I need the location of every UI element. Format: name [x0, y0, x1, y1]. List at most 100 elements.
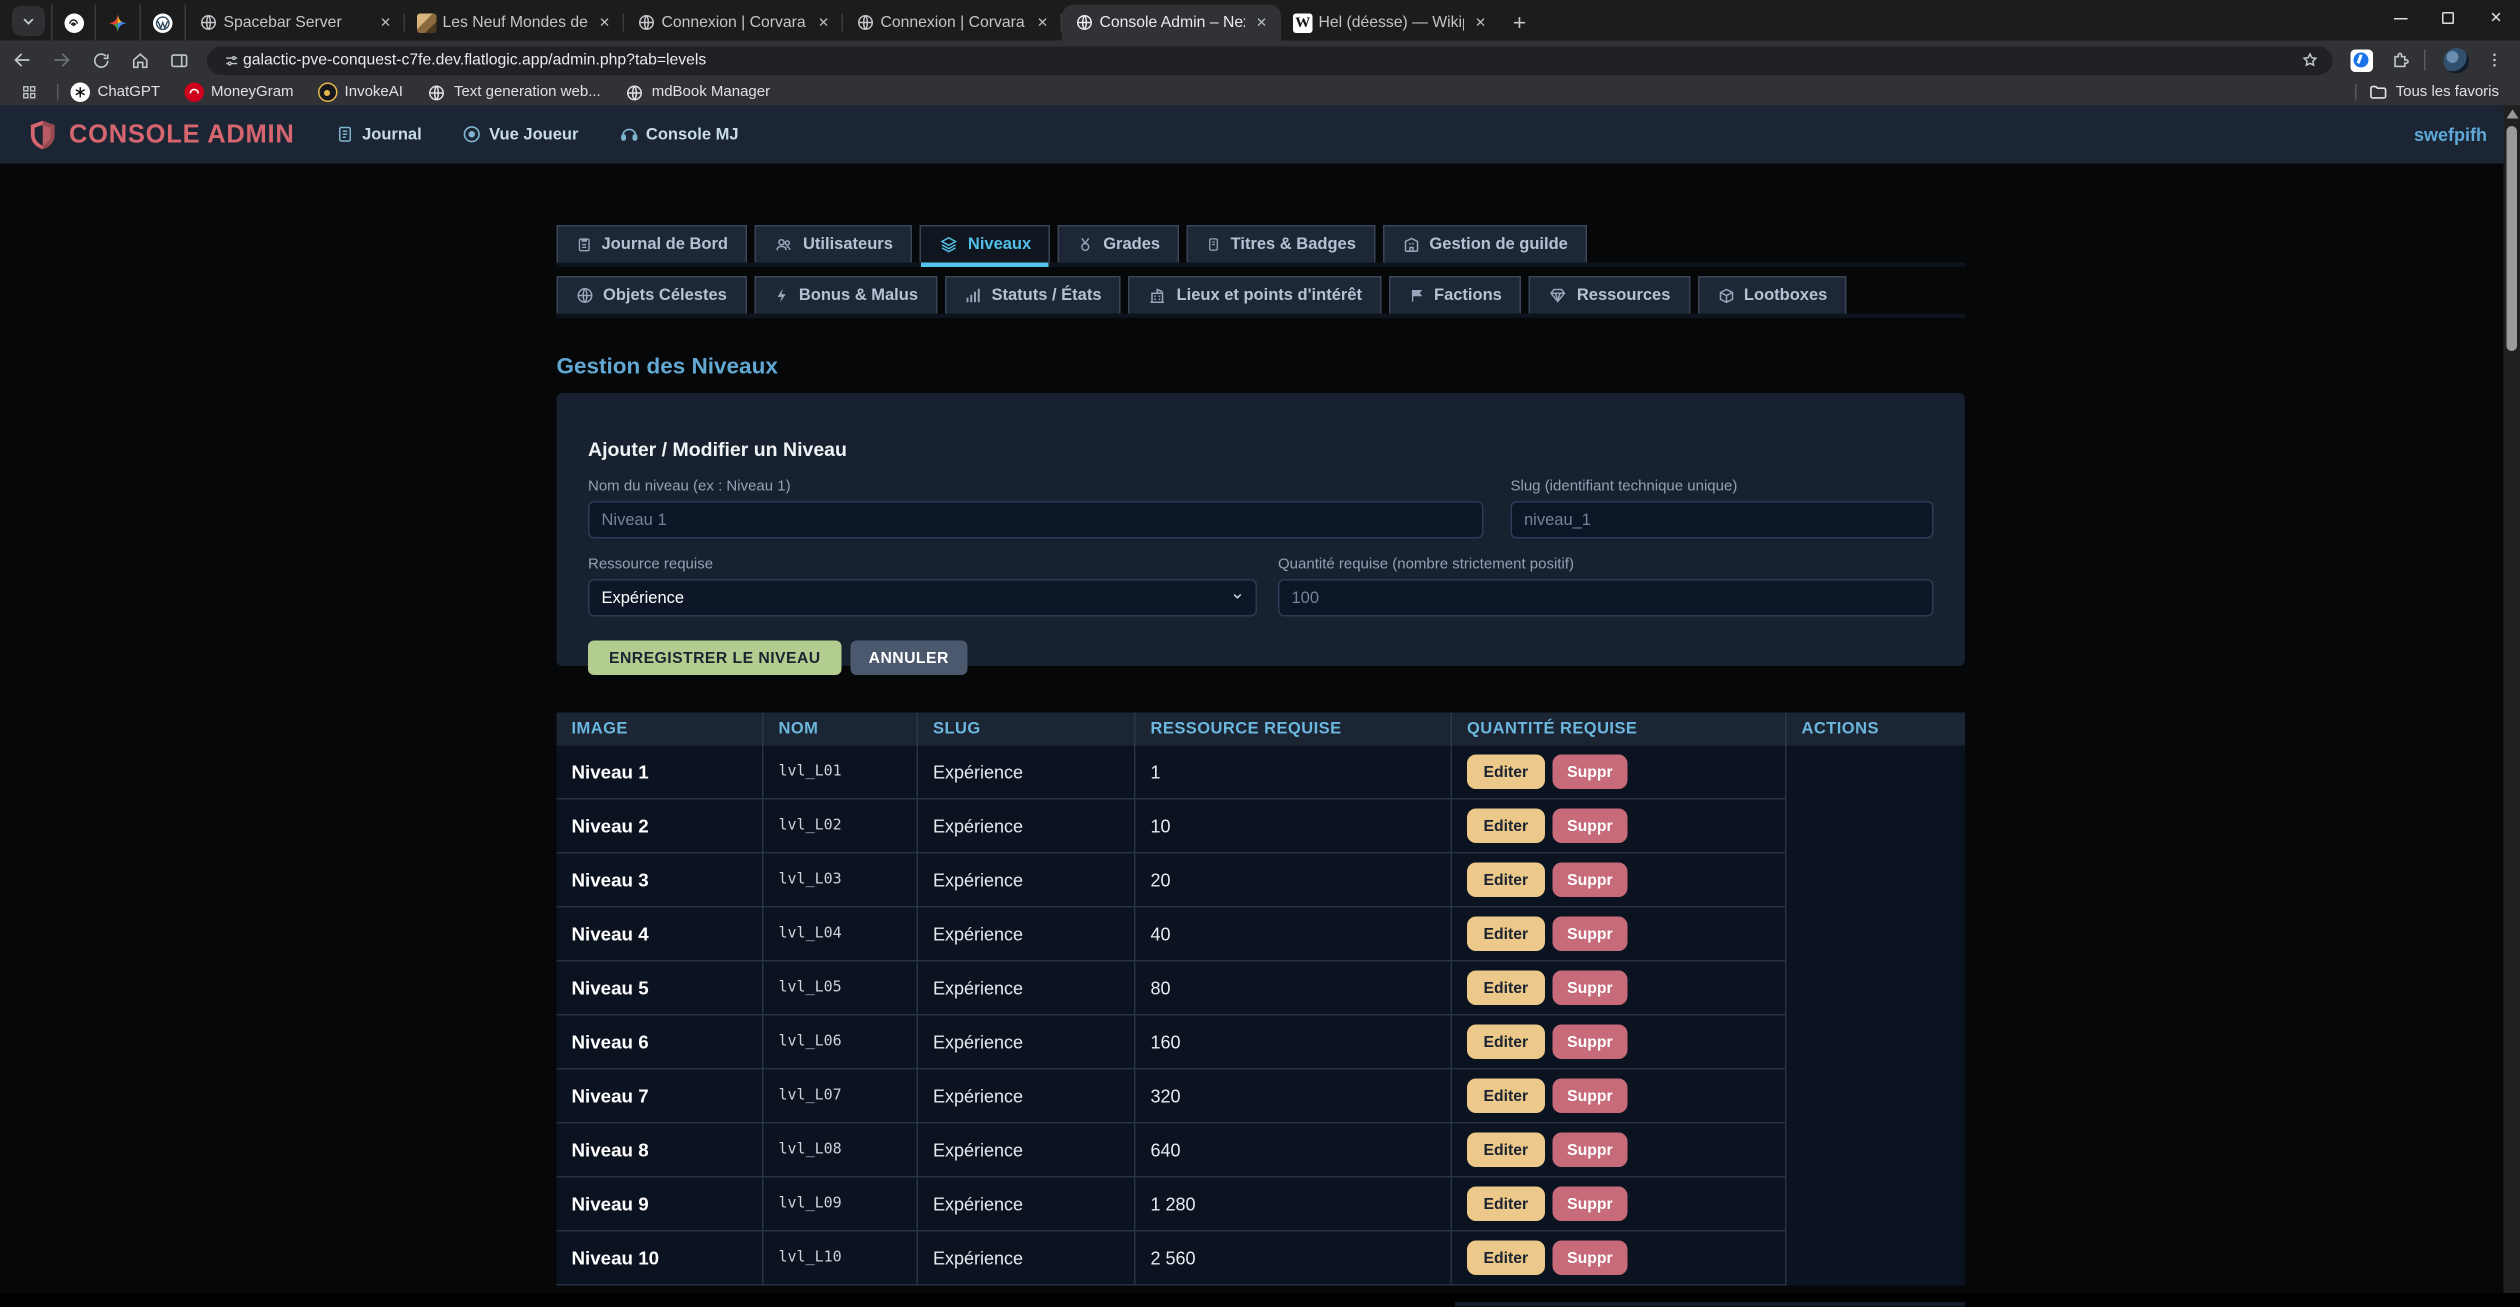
edit-button[interactable]: Editer	[1467, 971, 1545, 1006]
delete-button[interactable]: Suppr	[1552, 1133, 1628, 1168]
edit-button[interactable]: Editer	[1467, 863, 1545, 898]
quantity-input[interactable]	[1278, 579, 1934, 617]
bookmark-item[interactable]: Text generation web...	[427, 83, 601, 103]
header-nav-label: Journal	[362, 125, 422, 143]
delete-button[interactable]: Suppr	[1552, 809, 1628, 844]
tab-factions[interactable]: Factions	[1389, 276, 1521, 314]
pinned-tab[interactable]	[96, 5, 141, 41]
resource-select[interactable]: Expérience	[588, 579, 1257, 617]
headset-icon	[619, 125, 639, 145]
level-name-input[interactable]	[588, 501, 1484, 539]
url-text[interactable]: galactic-pve-conquest-c7fe.dev.flatlogic…	[243, 51, 2297, 69]
chart-icon	[965, 287, 983, 305]
tab-close-icon[interactable]: ✕	[375, 12, 396, 33]
pinned-tab[interactable]	[51, 5, 96, 41]
page-scrollbar[interactable]	[2504, 105, 2520, 1293]
delete-button[interactable]: Suppr	[1552, 971, 1628, 1006]
bookmark-item[interactable]: ChatGPT	[71, 83, 161, 103]
address-bar[interactable]: galactic-pve-conquest-c7fe.dev.flatlogic…	[207, 46, 2333, 75]
edit-button[interactable]: Editer	[1467, 1079, 1545, 1114]
delete-button[interactable]: Suppr	[1552, 1025, 1628, 1060]
edit-button[interactable]: Editer	[1467, 1187, 1545, 1222]
browser-tab[interactable]: Connexion | Corvara✕	[843, 5, 1062, 41]
forward-icon[interactable]	[45, 44, 78, 77]
edit-button[interactable]: Editer	[1467, 755, 1545, 790]
bookmark-item[interactable]: MoneyGram	[184, 83, 294, 103]
tab-close-icon[interactable]: ✕	[813, 12, 834, 33]
extension-badge-icon[interactable]	[2345, 44, 2378, 77]
tab-bonus-malus[interactable]: Bonus & Malus	[754, 276, 938, 314]
delete-button[interactable]: Suppr	[1552, 755, 1628, 790]
browser-tab[interactable]: Connexion | Corvara✕	[624, 5, 843, 41]
browser-tab[interactable]: WHel (déesse) — Wikipédia✕	[1281, 5, 1500, 41]
minimize-button[interactable]	[2376, 0, 2424, 36]
tab-close-icon[interactable]: ✕	[1032, 12, 1053, 33]
tab-close-icon[interactable]: ✕	[1251, 12, 1272, 33]
tab-objets-célestes[interactable]: Objets Célestes	[557, 276, 747, 314]
site-settings-icon[interactable]	[219, 44, 243, 77]
browser-menu-icon[interactable]	[2478, 44, 2511, 77]
cancel-button[interactable]: ANNULER	[851, 641, 967, 676]
close-button[interactable]: ✕	[2472, 0, 2520, 36]
tab-niveaux[interactable]: Niveaux	[920, 225, 1051, 263]
tab-statuts-états[interactable]: Statuts / États	[945, 276, 1121, 314]
favicon-globe-icon	[1074, 13, 1094, 33]
browser-tab[interactable]: Spacebar Server✕	[186, 5, 405, 41]
tab-journal-de-bord[interactable]: Journal de Bord	[557, 225, 748, 263]
edit-button[interactable]: Editer	[1467, 917, 1545, 952]
delete-button[interactable]: Suppr	[1552, 1187, 1628, 1222]
save-level-button[interactable]: ENREGISTRER LE NIVEAU	[588, 641, 842, 676]
bookmark-item[interactable]: InvokeAI	[318, 83, 403, 103]
slug-text: lvl_L03	[779, 872, 842, 889]
extensions-puzzle-icon[interactable]	[2384, 44, 2417, 77]
secondary-tabs: Objets CélestesBonus & MalusStatuts / Ét…	[557, 276, 1966, 318]
level-name: Niveau 9	[572, 1193, 649, 1214]
delete-button[interactable]: Suppr	[1552, 863, 1628, 898]
tab-titres-badges[interactable]: Titres & Badges	[1187, 225, 1375, 263]
tab-gestion-de-guilde[interactable]: Gestion de guilde	[1383, 225, 1587, 263]
browser-tab[interactable]: Les Neuf Mondes de la Mytholo✕	[405, 5, 624, 41]
tab-grades[interactable]: Grades	[1058, 225, 1179, 263]
tab-utilisateurs[interactable]: Utilisateurs	[755, 225, 912, 263]
resource-cell: Expérience	[917, 854, 1135, 908]
quantity-cell: 40	[1134, 908, 1451, 962]
edit-button[interactable]: Editer	[1467, 1133, 1545, 1168]
header-nav-journal[interactable]: Journal	[337, 125, 422, 145]
browser-tab[interactable]: Console Admin – Nexus✕	[1062, 5, 1281, 41]
scrollbar-thumb[interactable]	[2507, 126, 2518, 351]
tab-close-icon[interactable]: ✕	[594, 12, 615, 33]
edit-button[interactable]: Editer	[1467, 809, 1545, 844]
table-header-cell: QUANTITÉ REQUISE	[1451, 713, 1786, 746]
delete-button[interactable]: Suppr	[1552, 917, 1628, 952]
side-panel-icon[interactable]	[162, 44, 195, 77]
reload-icon[interactable]	[84, 44, 117, 77]
back-icon[interactable]	[6, 44, 39, 77]
level-name-cell: Niveau 4	[557, 908, 763, 962]
tab-close-icon[interactable]: ✕	[1470, 12, 1491, 33]
tab-lootboxes[interactable]: Lootboxes	[1697, 276, 1846, 314]
apps-grid-icon[interactable]	[12, 76, 45, 109]
header-nav-console-mj[interactable]: Console MJ	[619, 125, 739, 145]
header-nav-vue-joueur[interactable]: Vue Joueur	[462, 125, 578, 145]
delete-button[interactable]: Suppr	[1552, 1241, 1628, 1276]
tab-lieux-et-points-d-intérêt[interactable]: Lieux et points d'intérêt	[1129, 276, 1382, 314]
edit-button[interactable]: Editer	[1467, 1241, 1545, 1276]
tab-search-chevron-icon[interactable]	[12, 6, 45, 36]
all-bookmarks-button[interactable]: Tous les favoris	[2369, 83, 2499, 103]
bookmark-item[interactable]: mdBook Manager	[625, 83, 770, 103]
resource-text: Expérience	[933, 1247, 1023, 1268]
pinned-tab[interactable]	[141, 5, 186, 41]
home-icon[interactable]	[123, 44, 156, 77]
maximize-button[interactable]	[2424, 0, 2472, 36]
delete-button[interactable]: Suppr	[1552, 1079, 1628, 1114]
new-tab-button[interactable]: +	[1500, 5, 1539, 41]
scrollbar-up-arrow[interactable]	[2504, 110, 2520, 122]
tab-ressources[interactable]: Ressources	[1529, 276, 1690, 314]
resource-cell: Expérience	[917, 746, 1135, 800]
edit-button[interactable]: Editer	[1467, 1025, 1545, 1060]
slug-input[interactable]	[1511, 501, 1934, 539]
profile-avatar[interactable]	[2439, 44, 2472, 77]
quantity-text: 320	[1151, 1085, 1181, 1106]
bookmark-star-icon[interactable]	[2297, 44, 2324, 77]
slug-cell: lvl_L01	[762, 746, 917, 800]
